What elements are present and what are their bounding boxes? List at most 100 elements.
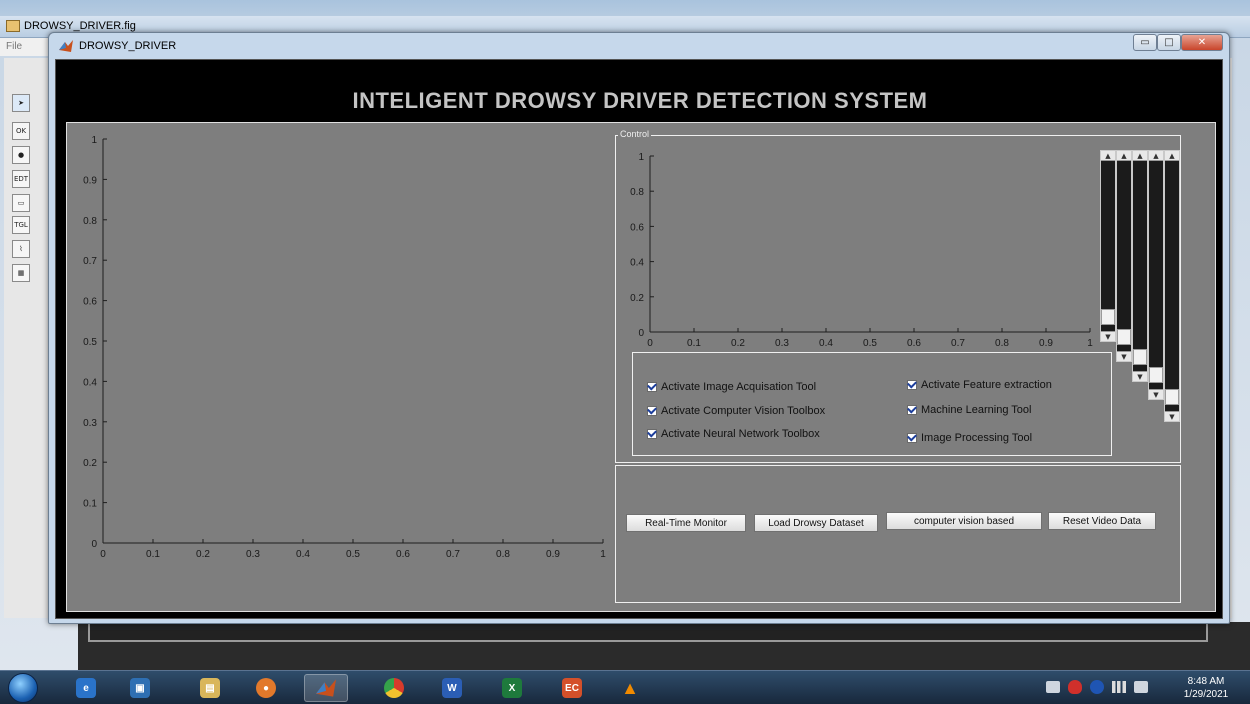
checkbox-checked-icon[interactable] <box>907 433 917 443</box>
vlc-icon[interactable]: ▲ <box>608 674 652 702</box>
checkbox-label: Activate Computer Vision Toolbox <box>661 405 826 417</box>
control-axes-x-tick-label: 0.7 <box>951 338 965 349</box>
control-axes-x-tick-label: 0 <box>647 338 653 349</box>
vertical-slider-3[interactable]: ▲ ▼ <box>1132 150 1148 382</box>
maximize-button[interactable]: □ <box>1157 34 1181 51</box>
vertical-slider-1[interactable]: ▲ ▼ <box>1100 150 1116 342</box>
slider-up-arrow-icon[interactable]: ▲ <box>1165 151 1179 161</box>
edit-text-tool-icon[interactable]: EDT <box>12 170 30 188</box>
menu-file[interactable]: File <box>6 41 22 52</box>
slider-up-arrow-icon[interactable]: ▲ <box>1133 151 1147 161</box>
control-axes-x-tick-label: 0.1 <box>687 338 701 349</box>
checkbox-label: Activate Neural Network Toolbox <box>661 428 820 440</box>
slider-down-arrow-icon[interactable]: ▼ <box>1133 371 1147 381</box>
axes-tool-icon[interactable]: ⌇ <box>12 240 30 258</box>
main-axes-y-tick-label: 0.4 <box>83 377 97 388</box>
load-drowsy-dataset-button[interactable]: Load Drowsy Dataset <box>754 514 878 532</box>
excel-icon[interactable]: X <box>490 674 534 702</box>
checkbox-neural-network[interactable]: Activate Neural Network Toolbox <box>647 428 820 440</box>
slider-tool-icon[interactable]: ▭ <box>12 194 30 212</box>
realtime-monitor-button[interactable]: Real-Time Monitor <box>626 514 746 532</box>
reset-video-data-button[interactable]: Reset Video Data <box>1048 512 1156 530</box>
guide-component-palette: ➤ OK ● EDT ▭ TGL ⌇ ▦ <box>4 58 50 618</box>
checkbox-checked-icon[interactable] <box>647 429 657 439</box>
network-icon[interactable] <box>1046 681 1060 693</box>
main-axes-x-tick-label: 0.9 <box>546 549 560 560</box>
slider-up-arrow-icon[interactable]: ▲ <box>1149 151 1163 161</box>
checkbox-image-acquisition[interactable]: Activate Image Acquisation Tool <box>647 381 816 393</box>
main-axes-y-tick-label: 0.9 <box>83 175 97 186</box>
main-axes-x-tick-label: 0.4 <box>296 549 310 560</box>
slider-thumb[interactable] <box>1149 367 1163 383</box>
checkbox-checked-icon[interactable] <box>647 382 657 392</box>
control-axes-x-tick-label: 0.4 <box>819 338 833 349</box>
minimize-button[interactable]: ▭ <box>1133 34 1157 51</box>
main-axes-y-tick-label: 0.6 <box>83 297 97 308</box>
word-icon[interactable]: W <box>430 674 474 702</box>
checkbox-computer-vision[interactable]: Activate Computer Vision Toolbox <box>647 405 825 417</box>
control-axes-y-tick-label: 0 <box>638 328 644 339</box>
internet-explorer-icon[interactable]: e <box>64 674 108 702</box>
checkbox-panel: Activate Image Acquisation Tool Activate… <box>632 352 1112 456</box>
checkbox-checked-icon[interactable] <box>647 406 657 416</box>
figure-client-area: INTELIGENT DROWSY DRIVER DETECTION SYSTE… <box>55 59 1223 619</box>
start-button[interactable] <box>8 673 38 703</box>
close-button[interactable]: ✕ <box>1181 34 1223 51</box>
vertical-slider-4[interactable]: ▲ ▼ <box>1148 150 1164 400</box>
checkbox-label: Activate Feature extraction <box>921 379 1052 391</box>
guide-window-title: DROWSY_DRIVER.fig <box>24 20 136 32</box>
signal-strength-icon[interactable] <box>1112 681 1126 693</box>
slider-down-arrow-icon[interactable]: ▼ <box>1165 411 1179 421</box>
media-player-icon[interactable]: ▣ <box>118 674 162 702</box>
clock-time: 8:48 AM <box>1187 676 1225 687</box>
slider-down-arrow-icon[interactable]: ▼ <box>1149 389 1163 399</box>
taskbar-clock[interactable]: 8:48 AM 1/29/2021 <box>1168 675 1244 701</box>
computer-vision-based-button[interactable]: computer vision based <box>886 512 1042 530</box>
checkbox-checked-icon[interactable] <box>907 405 917 415</box>
select-arrow-icon[interactable]: ➤ <box>12 94 30 112</box>
radiobutton-tool-icon[interactable]: ● <box>12 146 30 164</box>
button-panel: Real-Time Monitor Load Drowsy Dataset co… <box>615 465 1181 603</box>
bluetooth-icon[interactable] <box>1090 680 1104 694</box>
slider-thumb[interactable] <box>1101 309 1115 325</box>
control-axes-x-tick-label: 0.2 <box>731 338 745 349</box>
figure-window: DROWSY_DRIVER ▭ □ ✕ INTELIGENT DROWSY DR… <box>48 32 1230 624</box>
figure-titlebar[interactable]: DROWSY_DRIVER ▭ □ ✕ <box>49 33 1229 59</box>
vertical-slider-2[interactable]: ▲ ▼ <box>1116 150 1132 362</box>
file-explorer-icon[interactable]: ▤ <box>188 674 232 702</box>
guide-window-icon <box>6 20 20 32</box>
checkbox-feature-extraction[interactable]: Activate Feature extraction <box>907 379 1052 391</box>
slider-down-arrow-icon[interactable]: ▼ <box>1101 331 1115 341</box>
slider-thumb[interactable] <box>1133 349 1147 365</box>
video-app-icon[interactable]: EC <box>550 674 594 702</box>
table-tool-icon[interactable]: ▦ <box>12 264 30 282</box>
control-axes-y-tick-label: 0.8 <box>630 187 644 198</box>
slider-up-arrow-icon[interactable]: ▲ <box>1117 151 1131 161</box>
checkbox-machine-learning[interactable]: Machine Learning Tool <box>907 404 1031 416</box>
checkbox-label: Activate Image Acquisation Tool <box>661 381 817 393</box>
checkbox-checked-icon[interactable] <box>907 380 917 390</box>
checkbox-label: Machine Learning Tool <box>921 404 1032 416</box>
main-axes[interactable]: 0 0.1 0.2 0.3 0.4 0.5 0.6 0.7 0.8 0.9 1 0 0.1 0.2 0.3 0… <box>67 123 627 613</box>
figure-window-title: DROWSY_DRIVER <box>79 40 177 52</box>
toggle-tool-icon[interactable]: TGL <box>12 216 30 234</box>
control-axes-x-tick-label: 0.8 <box>995 338 1009 349</box>
main-axes-y-tick-label: 0.7 <box>83 256 97 267</box>
pushbutton-tool-icon[interactable]: OK <box>12 122 30 140</box>
chrome-icon[interactable] <box>372 674 416 702</box>
control-axes[interactable]: 0 0.1 0.2 0.3 0.4 0.5 0.6 0.7 0.8 0.9 1 0 0.2 0.4 0.6 0… <box>616 136 1106 350</box>
control-axes-x-tick-label: 1 <box>1087 338 1093 349</box>
volume-muted-icon[interactable] <box>1134 681 1148 693</box>
slider-up-arrow-icon[interactable]: ▲ <box>1101 151 1115 161</box>
firefox-icon[interactable]: ● <box>244 674 288 702</box>
matlab-logo-icon <box>59 40 73 52</box>
checkbox-image-processing[interactable]: Image Processing Tool <box>907 432 1032 444</box>
antivirus-shield-icon[interactable] <box>1068 680 1082 694</box>
vertical-slider-5[interactable]: ▲ ▼ <box>1164 150 1180 422</box>
clock-date: 1/29/2021 <box>1183 689 1229 700</box>
slider-thumb[interactable] <box>1165 389 1179 405</box>
slider-down-arrow-icon[interactable]: ▼ <box>1117 351 1131 361</box>
slider-thumb[interactable] <box>1117 329 1131 345</box>
control-axes-y-tick-label: 0.6 <box>630 222 644 233</box>
matlab-icon[interactable] <box>304 674 348 702</box>
